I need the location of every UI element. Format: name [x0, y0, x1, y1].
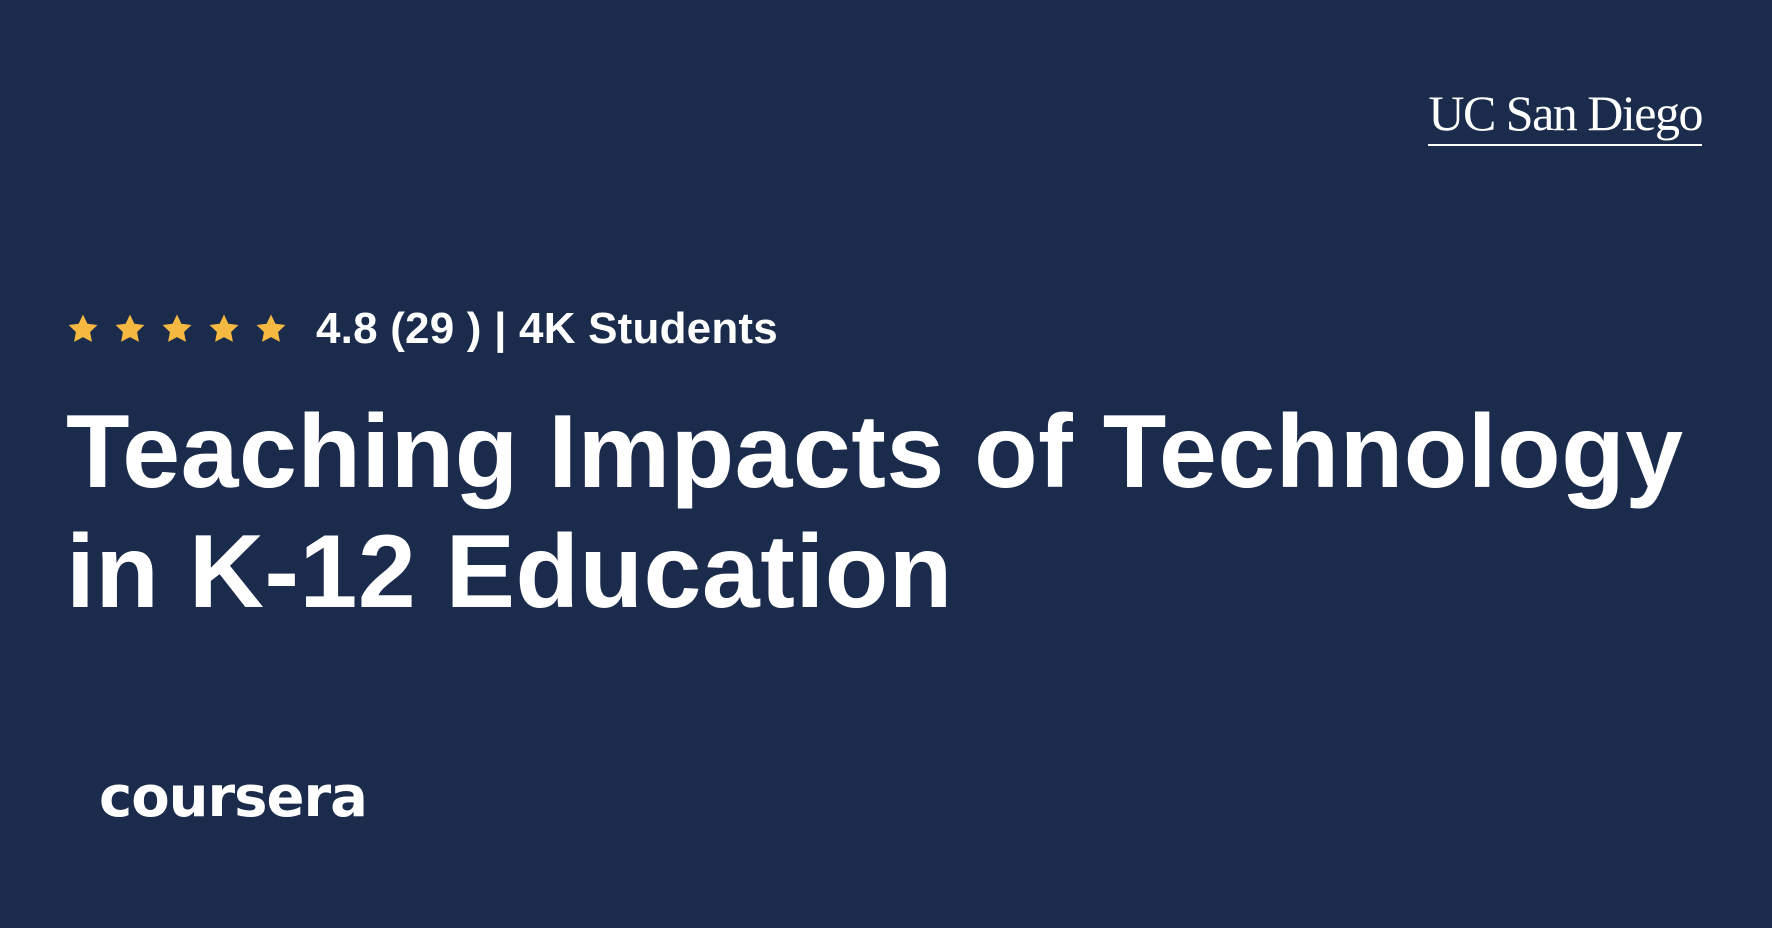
course-title: Teaching Impacts of Technology in K-12 E… [66, 394, 1684, 630]
star-icon [115, 314, 145, 342]
star-icon [209, 314, 239, 342]
star-icon [162, 314, 192, 342]
star-icon [256, 314, 286, 342]
coursera-logo: coursera [99, 765, 368, 830]
star-rating [66, 312, 288, 346]
star-icon [68, 314, 98, 342]
uc-san-diego-logo: UC San Diego [1428, 88, 1703, 146]
rating-row: 4.8 (29 ) | 4K Students [66, 304, 778, 354]
rating-summary: 4.8 (29 ) | 4K Students [316, 304, 778, 353]
